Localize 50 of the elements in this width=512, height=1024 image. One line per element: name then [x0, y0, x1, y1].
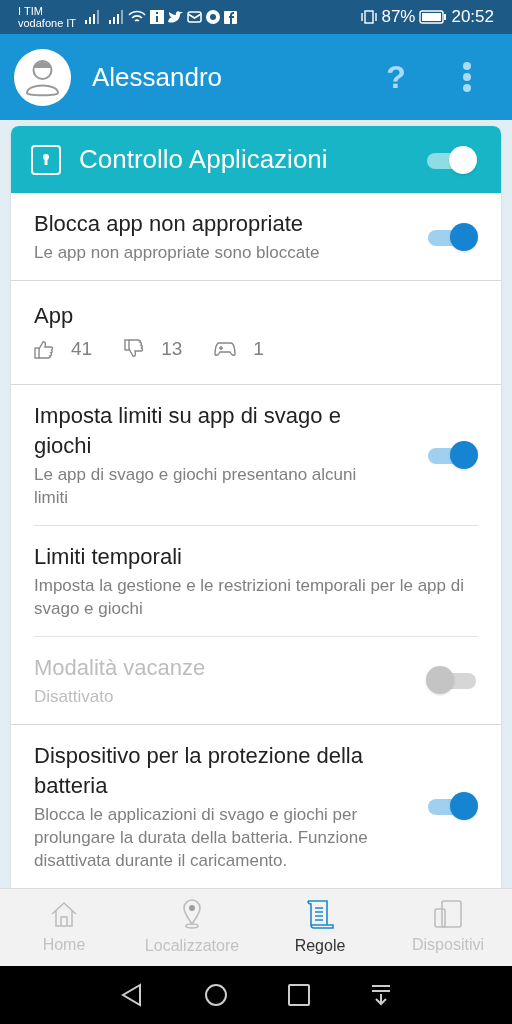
setting-link[interactable]: Limiti temporali Imposta la gestione e le restrizioni temporali per le app di svago e giochi — [34, 524, 478, 636]
mail-icon — [187, 11, 203, 23]
info-icon — [150, 10, 165, 24]
battery-icon — [419, 10, 448, 24]
devices-icon — [433, 898, 463, 929]
thumbs-down-icon — [124, 339, 145, 360]
setting-description: Blocca le applicazioni di svago e giochi per prolungare la durata della batteria. Funzione disattivata durante il caricamento. — [34, 803, 369, 872]
setting-description: Le app non appropriate sono bloccate — [34, 242, 321, 264]
setting-description: Le app di svago e giochi presentano alcuni limiti — [34, 463, 358, 509]
setting-description: Disattivato — [34, 685, 115, 708]
setting-title: App — [34, 302, 75, 330]
wifi-icon — [128, 10, 147, 24]
clock: 20:52 — [451, 6, 494, 29]
toggle-switch[interactable] — [425, 144, 477, 175]
card-title: Controllo Applicazioni — [79, 143, 329, 176]
setting-title: Dispositivo per la protezione della batteria — [34, 741, 364, 800]
home-circle-icon[interactable] — [204, 983, 228, 1007]
setting-title: Blocca app non appropriate — [34, 210, 305, 238]
recents-icon[interactable] — [288, 984, 310, 1006]
gamepad-icon — [214, 341, 237, 358]
signal-icon — [84, 10, 101, 24]
setting-title: Limiti temporali — [34, 542, 183, 571]
keyhole-icon — [31, 144, 61, 175]
avatar-icon — [14, 48, 71, 106]
setting-description: Imposta la gestione e le restrizioni temporali per le app di svago e giochi — [34, 574, 465, 620]
toggle-switch[interactable] — [426, 439, 478, 470]
scroll-icon — [305, 897, 335, 930]
signal-icon — [108, 10, 125, 24]
games-count: 1 — [253, 337, 264, 361]
help-button[interactable]: ? — [376, 53, 416, 101]
user-name: Alessandro — [92, 60, 223, 94]
setting-title: Modalità vacanze — [34, 653, 207, 682]
battery-percent: 87% — [381, 6, 416, 29]
location-pin-icon — [180, 897, 204, 930]
thumbs-up-icon — [34, 339, 54, 360]
nav-tab[interactable]: Regole — [256, 889, 384, 966]
carrier-text: vodafone IT — [18, 17, 77, 29]
bird-icon — [168, 10, 184, 24]
setting-title: Imposta limiti su app di svago e giochi — [34, 401, 342, 460]
toggle-switch[interactable] — [426, 221, 478, 252]
blocked-count: 13 — [161, 337, 183, 361]
toggle-switch[interactable] — [426, 791, 478, 821]
facebook-icon — [224, 10, 238, 24]
allowed-count: 41 — [71, 337, 93, 361]
notification-pull-icon[interactable] — [370, 984, 392, 1006]
carrier-text: I TIM — [18, 5, 44, 17]
browser-icon — [206, 10, 221, 24]
back-icon[interactable] — [120, 983, 144, 1007]
more-menu-icon[interactable] — [462, 62, 472, 92]
vibrate-icon — [361, 10, 378, 24]
